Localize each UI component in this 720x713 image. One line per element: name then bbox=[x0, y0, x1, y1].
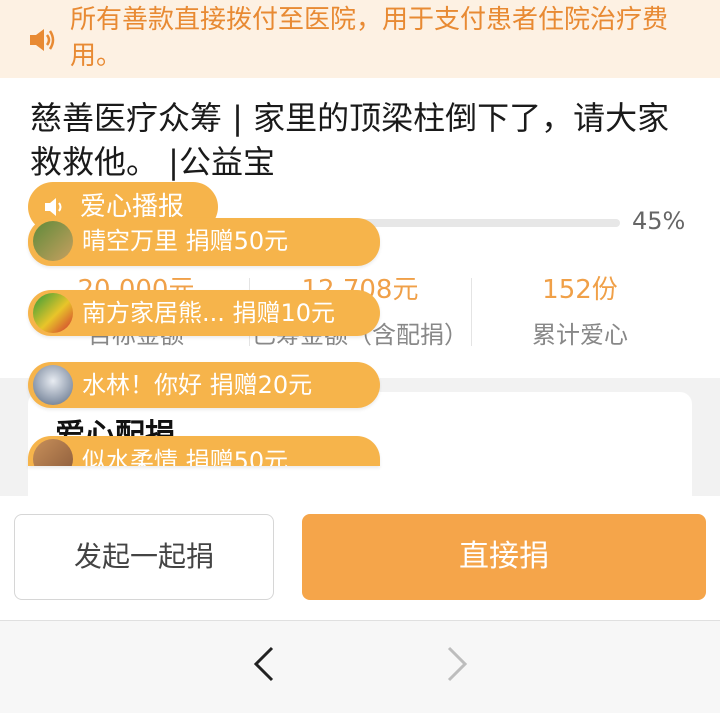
donation-bubble: 似水柔情 捐赠50元 bbox=[28, 436, 380, 466]
donation-bubble: 水林！你好 捐赠20元 bbox=[28, 362, 380, 408]
stat-hearts-value: 152份 bbox=[542, 275, 618, 305]
chevron-left-icon[interactable] bbox=[250, 644, 278, 684]
stat-hearts: 152份 累计爱心 bbox=[470, 272, 690, 352]
donation-bubble: 南方家居熊... 捐赠10元 bbox=[28, 290, 380, 336]
avatar bbox=[33, 439, 73, 466]
avatar bbox=[33, 293, 73, 333]
stat-hearts-label: 累计爱心 bbox=[532, 321, 628, 349]
donation-bubble-text: 晴空万里 捐赠50元 bbox=[82, 227, 289, 255]
progress-percent: 45% bbox=[632, 207, 686, 235]
donation-bubble-text: 似水柔情 捐赠50元 bbox=[82, 447, 289, 466]
campaign-title: 慈善医疗众筹 | 家里的顶梁柱倒下了，请大家救救他。 |公益宝 bbox=[30, 99, 670, 181]
speaker-icon bbox=[45, 198, 62, 216]
donation-bubble-text: 水林！你好 捐赠20元 bbox=[82, 371, 313, 399]
chevron-right-icon[interactable] bbox=[443, 644, 471, 684]
browser-nav-bar bbox=[0, 620, 720, 713]
avatar bbox=[33, 221, 73, 261]
donation-bubble-text: 南方家居熊... 捐赠10元 bbox=[82, 299, 336, 327]
speaker-icon bbox=[30, 29, 55, 51]
start-group-donation-button[interactable]: 发起一起捐 bbox=[14, 514, 274, 600]
donation-bubble: 晴空万里 捐赠50元 bbox=[28, 218, 380, 266]
avatar bbox=[33, 365, 73, 405]
notice-banner: 所有善款直接拨付至医院，用于支付患者住院治疗费用。 bbox=[0, 0, 720, 78]
donate-now-button[interactable]: 直接捐 bbox=[302, 514, 706, 600]
notice-text: 所有善款直接拨付至医院，用于支付患者住院治疗费用。 bbox=[70, 5, 669, 71]
